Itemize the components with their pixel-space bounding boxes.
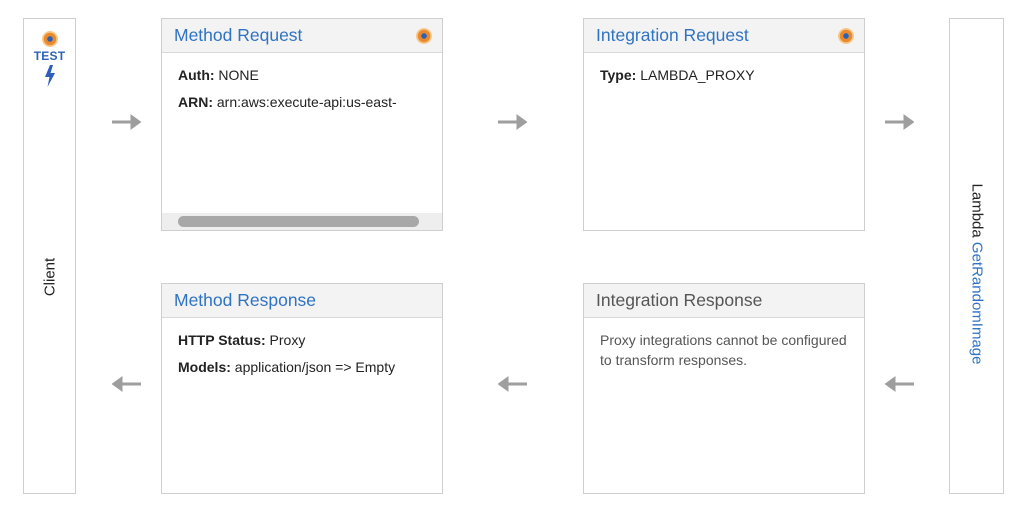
arrow-right-icon — [498, 114, 527, 130]
integration-response-box: Integration Response Proxy integrations … — [583, 283, 865, 494]
integration-request-header: Integration Request — [584, 19, 864, 53]
lightning-bolt-icon — [43, 65, 57, 92]
arn-label: ARN: — [178, 94, 213, 111]
arrow-left-icon — [498, 376, 527, 392]
test-label: TEST — [33, 49, 66, 63]
arrow-left-icon — [885, 376, 914, 392]
lambda-prefix: Lambda — [968, 183, 985, 238]
models-label: Models: — [178, 359, 231, 376]
test-button[interactable]: TEST — [24, 31, 75, 92]
auth-field: Auth: NONE — [178, 65, 426, 85]
client-label: Client — [41, 257, 58, 297]
http-status-field: HTTP Status: Proxy — [178, 330, 426, 350]
method-request-box: Method Request Auth: NONE ARN: arn:aws:e… — [161, 18, 443, 231]
http-status-value: Proxy — [265, 332, 306, 348]
arn-value: arn:aws:execute-api:us-east- — [213, 94, 397, 111]
arn-field: ARN: arn:aws:execute-api:us-east- — [178, 92, 426, 112]
test-target-icon — [41, 31, 58, 47]
method-request-body: Auth: NONE ARN: arn:aws:execute-api:us-e… — [162, 53, 442, 132]
lambda-label: Lambda GetRandomImage — [968, 184, 985, 365]
method-response-box: Method Response HTTP Status: Proxy Model… — [161, 283, 443, 494]
integration-request-title[interactable]: Integration Request — [596, 25, 749, 46]
method-request-header: Method Request — [162, 19, 442, 53]
lambda-panel: Lambda GetRandomImage — [949, 18, 1004, 494]
models-field: Models: application/json => Empty — [178, 357, 426, 377]
integration-response-body: Proxy integrations cannot be configured … — [584, 318, 864, 383]
integration-request-box: Integration Request Type: LAMBDA_PROXY — [583, 18, 865, 231]
integration-response-title: Integration Response — [596, 290, 763, 310]
arrow-right-icon — [885, 114, 914, 130]
scrollbar-thumb[interactable] — [178, 216, 419, 227]
type-value: LAMBDA_PROXY — [636, 67, 755, 83]
method-request-title[interactable]: Method Request — [174, 25, 302, 46]
method-response-body: HTTP Status: Proxy Models: application/j… — [162, 318, 442, 397]
method-response-header: Method Response — [162, 284, 442, 318]
auth-label: Auth: — [178, 67, 215, 83]
auth-value: NONE — [214, 67, 259, 83]
arrow-right-icon — [112, 114, 141, 130]
integration-response-header: Integration Response — [584, 284, 864, 318]
lambda-function-link[interactable]: GetRandomImage — [968, 242, 985, 365]
client-panel: TEST Client — [23, 18, 76, 494]
settings-dot-icon — [838, 27, 854, 44]
http-status-label: HTTP Status: — [178, 332, 266, 348]
type-field: Type: LAMBDA_PROXY — [600, 65, 848, 85]
proxy-note: Proxy integrations cannot be configured … — [600, 332, 847, 369]
settings-dot-icon — [416, 27, 432, 44]
horizontal-scrollbar[interactable] — [162, 213, 442, 230]
models-value: application/json => Empty — [230, 359, 396, 376]
type-label: Type: — [600, 67, 637, 83]
method-response-title[interactable]: Method Response — [174, 290, 316, 311]
arrow-left-icon — [112, 376, 141, 392]
integration-request-body: Type: LAMBDA_PROXY — [584, 53, 864, 104]
